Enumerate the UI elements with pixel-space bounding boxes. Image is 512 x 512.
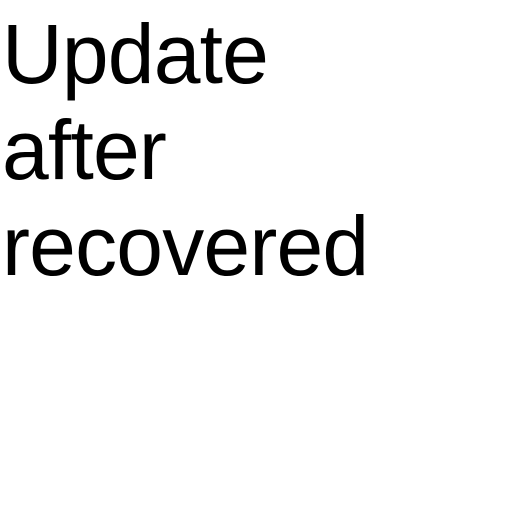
message-line-3: recovered: [2, 199, 369, 293]
update-screen: Update after recovered: [0, 0, 512, 512]
update-message: Update after recovered: [2, 6, 369, 294]
message-line-1: Update: [2, 7, 269, 101]
message-line-2: after: [2, 103, 167, 197]
